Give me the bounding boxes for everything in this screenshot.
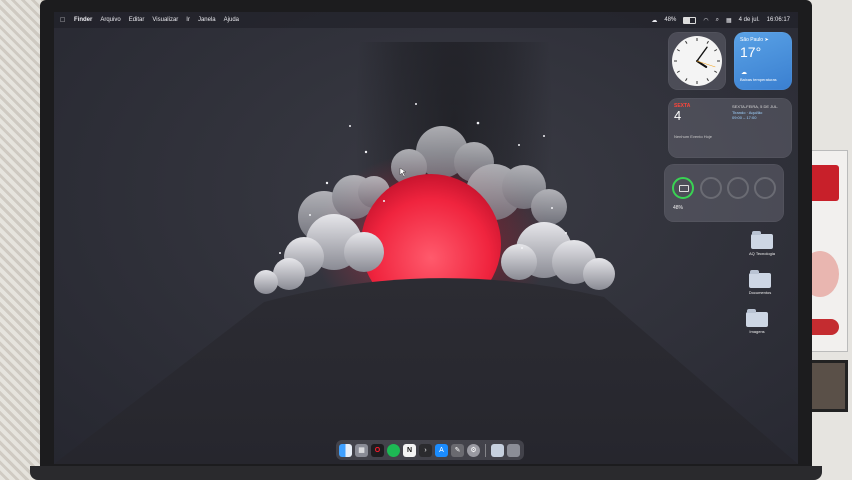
weather-temperature: 17°: [740, 44, 762, 60]
clock-tick: [714, 70, 718, 73]
menu-ajuda[interactable]: Ajuda: [224, 17, 239, 23]
battery-ring-empty: [700, 177, 722, 199]
clock-face: [672, 36, 722, 86]
menu-visualizar[interactable]: Visualizar: [152, 17, 178, 23]
wifi-icon[interactable]: ◠: [703, 17, 708, 24]
launchpad-icon[interactable]: ▦: [355, 443, 368, 457]
menu-janela[interactable]: Janela: [198, 17, 216, 23]
clock-tick: [706, 40, 709, 44]
clock-hands: [674, 38, 720, 84]
clock-tick: [685, 40, 688, 44]
folder-label: AQ Tecnologia: [749, 251, 775, 256]
apple-icon[interactable]: : [60, 17, 68, 24]
battery-icon[interactable]: [683, 16, 697, 24]
weather-condition: Baixas temperaturas: [740, 77, 777, 82]
menu-time[interactable]: 16:06:17: [767, 17, 790, 23]
desktop-folder-documentos[interactable]: Documentos: [740, 270, 780, 295]
terminal-icon[interactable]: ›: [419, 443, 432, 457]
cloud-icon[interactable]: ☁: [651, 17, 657, 24]
calendar-no-events: Nenhum Evento Hoje: [674, 134, 713, 139]
menu-date[interactable]: 4 de jul.: [739, 17, 760, 23]
trash-icon[interactable]: [507, 443, 520, 457]
control-center-icon[interactable]: ▦: [726, 17, 732, 24]
batteries-widget[interactable]: 48%: [664, 164, 784, 222]
folder-label: Imagens: [749, 329, 765, 334]
battery-percent[interactable]: 48%: [664, 17, 676, 23]
finder-icon[interactable]: [339, 443, 352, 457]
calendar-day: 4: [674, 108, 682, 123]
calendar-widget[interactable]: SEXTA 4 SEXTA-FEIRA, 5 DE JUL. Tirando ·…: [668, 98, 792, 158]
calendar-event-time: 09:00 – 17:00: [732, 115, 757, 120]
scripts-icon[interactable]: ✎: [451, 443, 464, 457]
folder-label: Documentos: [748, 290, 772, 295]
menu-editar[interactable]: Editar: [129, 17, 145, 23]
weather-city: São Paulo ➤: [740, 37, 769, 43]
clock-hour-hand: [696, 60, 708, 68]
battery-ring-empty: [754, 177, 776, 199]
laptop-battery-ring: [672, 177, 694, 199]
folder-icon: [751, 231, 773, 249]
folder-icon: [749, 270, 771, 288]
folder-icon[interactable]: [491, 443, 504, 457]
clock-tick: [706, 78, 709, 82]
battery-ring-empty: [727, 177, 749, 199]
cloud-icon: ☁: [741, 70, 747, 76]
dock-separator: [485, 443, 486, 457]
desktop-folder-aq-tecnologia[interactable]: AQ Tecnologia: [742, 231, 782, 256]
clock-tick: [714, 49, 718, 52]
menu-finder[interactable]: Finder: [74, 17, 92, 23]
spotify-icon[interactable]: [387, 443, 400, 457]
clock-tick: [685, 78, 688, 82]
desktop-screen:  Finder Arquivo Editar Visualizar Ir Ja…: [54, 12, 798, 464]
desktop-folder-imagens[interactable]: Imagens: [737, 309, 777, 334]
clock-widget[interactable]: [668, 32, 726, 90]
menu-extras: ☁ 48% ◠ ⌕ ▦ 4 de jul. 16:06:17: [651, 12, 790, 28]
opera-icon[interactable]: O: [371, 443, 384, 457]
menu-ir[interactable]: Ir: [186, 17, 190, 23]
clock-tick: [676, 70, 680, 73]
hillside: [54, 278, 798, 464]
notion-icon[interactable]: N: [403, 443, 416, 457]
folder-icon: [746, 309, 768, 327]
laptop-base: [30, 466, 822, 480]
menu-bar:  Finder Arquivo Editar Visualizar Ir Ja…: [54, 12, 798, 28]
clock-tick: [676, 49, 680, 52]
dock: ▦ O N › A ✎ ⚙: [336, 440, 524, 460]
search-icon[interactable]: ⌕: [716, 17, 719, 24]
batteries-percent: 48%: [673, 205, 684, 211]
app-store-icon[interactable]: A: [435, 443, 448, 457]
clock-minute-hand: [696, 46, 708, 62]
weather-widget[interactable]: São Paulo ➤ 17° ☁ Baixas temperaturas: [734, 32, 792, 90]
menu-arquivo[interactable]: Arquivo: [100, 17, 120, 23]
settings-icon[interactable]: ⚙: [467, 443, 480, 457]
calendar-upcoming-header: SEXTA-FEIRA, 5 DE JUL.: [732, 104, 779, 109]
